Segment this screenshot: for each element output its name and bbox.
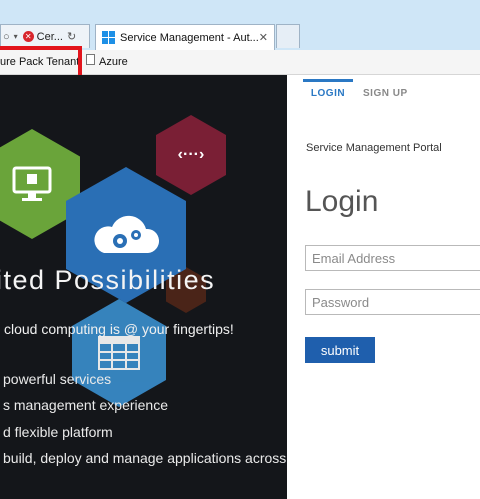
hero-bullet: build, deploy and manage applications ac… [3, 450, 287, 466]
cloud-gears-icon [94, 215, 160, 253]
hero-panel: ‹···› ited Possibilities cloud computing… [0, 75, 287, 499]
new-tab-button[interactable] [276, 24, 300, 48]
table-hexagon [72, 299, 166, 407]
monitor-icon [12, 166, 52, 201]
browser-tab-certificate[interactable]: ○ ▾ ✕ Cer... ↻ [0, 24, 90, 48]
table-icon [98, 336, 140, 370]
hero-bullet: powerful services [3, 371, 112, 387]
hero-title: ited Possibilities [0, 265, 216, 295]
submit-button[interactable]: submit [305, 337, 375, 363]
network-hexagon: ‹···› [156, 115, 226, 195]
dropdown-icon[interactable]: ▾ [14, 32, 18, 41]
login-panel: LOGIN SIGN UP Service Management Portal … [287, 75, 480, 499]
certificate-error-icon[interactable]: ✕ [22, 31, 34, 42]
tab-login[interactable]: LOGIN [303, 79, 353, 99]
tab-sign-up[interactable]: SIGN UP [363, 82, 423, 99]
login-heading: Login [305, 185, 379, 218]
email-field[interactable]: Email Address [305, 245, 480, 271]
tab-label: Cer... [36, 30, 63, 43]
back-icon[interactable]: ○ [3, 31, 10, 43]
page-icon [86, 54, 95, 65]
password-field[interactable]: Password [305, 289, 480, 315]
browser-tab-service-management[interactable]: Service Management - Aut... ✕ [95, 24, 275, 50]
refresh-icon[interactable]: ↻ [67, 30, 76, 43]
portal-title: Service Management Portal [306, 142, 442, 154]
windows-logo-icon [102, 31, 115, 44]
network-endpoint-icon: ‹···› [177, 146, 205, 163]
hero-bullet: d flexible platform [3, 424, 113, 440]
favorite-azure[interactable]: Azure [99, 56, 128, 68]
close-tab-icon[interactable]: ✕ [259, 31, 268, 44]
hero-subtitle: cloud computing is @ your fingertips! [4, 321, 234, 337]
tab-label: Service Management - Aut... [120, 31, 259, 44]
hero-bullet: s management experience [3, 397, 168, 413]
